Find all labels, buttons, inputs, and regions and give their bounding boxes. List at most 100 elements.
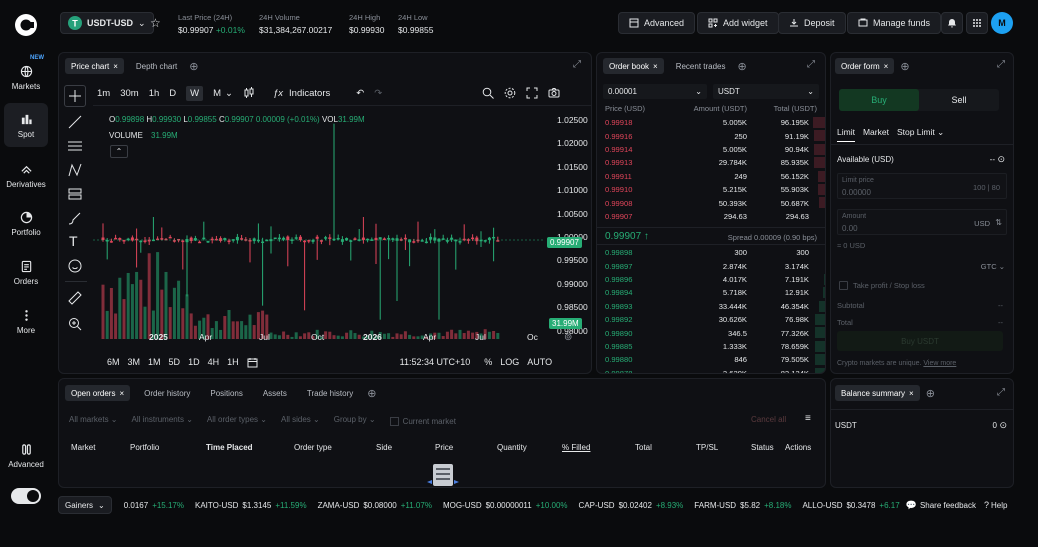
- range-3m[interactable]: 3M: [128, 357, 141, 367]
- add-widget-button[interactable]: Add widget: [697, 12, 779, 34]
- horizontal-lines-tool-icon[interactable]: [68, 139, 82, 153]
- take-profit-checkbox[interactable]: [839, 281, 848, 290]
- text-tool-icon[interactable]: T: [69, 233, 78, 249]
- filter-all-order-types[interactable]: All order types ⌄: [207, 415, 267, 427]
- range-5d[interactable]: 5D: [169, 357, 181, 367]
- orderbook-row[interactable]: 0.99910 5.215K 55.903K: [597, 183, 825, 196]
- ticker-item[interactable]: FARM-USD $5.82 +8.18%: [694, 501, 791, 510]
- add-tab-icon[interactable]: ⊕: [900, 60, 909, 73]
- expand-icon[interactable]: ⤢: [997, 59, 1005, 70]
- info-icon[interactable]: ⊙: [997, 154, 1005, 165]
- limit-price-input[interactable]: Limit price 0.00000 100 | 80: [837, 173, 1007, 199]
- ruler-tool-icon[interactable]: [68, 291, 82, 305]
- orderbook-row[interactable]: 0.99918 5.005K 96.195K: [597, 116, 825, 129]
- pattern-tool-icon[interactable]: [68, 163, 82, 177]
- zoom-tool-icon[interactable]: [68, 317, 82, 331]
- filter-all-instruments[interactable]: All instruments ⌄: [132, 415, 193, 427]
- cancel-all-button[interactable]: Cancel all: [751, 415, 786, 424]
- calendar-icon[interactable]: [247, 357, 258, 368]
- amount-input[interactable]: Amount 0.00 USD ⇅: [837, 209, 1007, 235]
- view-more-link[interactable]: View more: [923, 360, 956, 367]
- tab-market[interactable]: Market: [863, 127, 889, 142]
- sell-button[interactable]: Sell: [919, 89, 999, 111]
- ticker-item[interactable]: 0.0167 +15.17%: [120, 501, 184, 510]
- tab-assets[interactable]: Assets: [257, 385, 293, 401]
- interval-1h[interactable]: 1h: [149, 88, 160, 99]
- close-icon[interactable]: ×: [119, 389, 124, 398]
- tab-open-orders[interactable]: Open orders ×: [65, 385, 131, 401]
- column-header[interactable]: Time Placed: [206, 443, 253, 452]
- coinbase-logo[interactable]: [14, 13, 38, 37]
- buy-button[interactable]: Buy: [839, 89, 919, 111]
- interval-30m[interactable]: 30m: [120, 88, 138, 99]
- sidebar-item-spot[interactable]: Spot: [4, 103, 48, 147]
- undo-icon[interactable]: ↶: [356, 88, 364, 99]
- expand-icon[interactable]: ⤢: [997, 387, 1005, 398]
- column-header[interactable]: Price: [435, 443, 453, 452]
- manage-funds-button[interactable]: Manage funds: [847, 12, 942, 34]
- trend-line-tool-icon[interactable]: [68, 115, 82, 129]
- orderbook-row[interactable]: 0.99913 29.784K 85.935K: [597, 156, 825, 169]
- filter-all-sides[interactable]: All sides ⌄: [281, 415, 320, 427]
- settings-icon[interactable]: [504, 87, 516, 99]
- orderbook-row[interactable]: 0.99914 5.005K 90.94K: [597, 143, 825, 156]
- range-1d[interactable]: 1D: [188, 357, 200, 367]
- camera-icon[interactable]: [548, 87, 560, 99]
- advanced-toggle[interactable]: [11, 488, 41, 504]
- candles-icon[interactable]: [243, 87, 255, 99]
- redo-icon[interactable]: ↷: [374, 88, 382, 99]
- expand-icon[interactable]: ⤢: [807, 59, 815, 70]
- indicators-icon[interactable]: ƒx: [273, 88, 283, 99]
- currency-select[interactable]: USDT ⌄: [713, 84, 819, 99]
- orderbook-row[interactable]: 0.99911 249 56.152K: [597, 170, 825, 183]
- help-link[interactable]: Help: [991, 501, 1007, 510]
- ticker-item[interactable]: KAITO-USD $1.3145 +11.59%: [195, 501, 307, 510]
- range-6m[interactable]: 6M: [107, 357, 120, 367]
- current-market-checkbox[interactable]: Current market: [389, 415, 456, 427]
- interval-m[interactable]: M: [213, 88, 221, 99]
- tab-order-book[interactable]: Order book ×: [603, 58, 664, 74]
- deposit-button[interactable]: Deposit: [778, 12, 846, 34]
- scale-percent[interactable]: %: [484, 357, 492, 367]
- axis-settings-icon[interactable]: ⊚: [564, 332, 572, 343]
- apps-button[interactable]: [966, 12, 988, 34]
- avatar[interactable]: M: [991, 12, 1013, 34]
- column-header[interactable]: % Filled: [562, 443, 590, 452]
- orderbook-row[interactable]: 0.99885 1.333K 78.659K: [597, 340, 825, 353]
- add-tab-icon[interactable]: ⊕: [367, 387, 376, 400]
- indicators-button[interactable]: Indicators: [289, 88, 330, 99]
- interval-d[interactable]: D: [169, 88, 176, 99]
- tab-positions[interactable]: Positions: [204, 385, 248, 401]
- tab-recent-trades[interactable]: Recent trades: [670, 58, 732, 74]
- emoji-tool-icon[interactable]: [68, 259, 82, 273]
- fullscreen-icon[interactable]: [526, 87, 538, 99]
- interval-w[interactable]: W: [186, 85, 204, 101]
- fib-tool-icon[interactable]: [68, 187, 82, 201]
- filter-all-markets[interactable]: All markets ⌄: [69, 415, 118, 427]
- range-4h[interactable]: 4H: [208, 357, 220, 367]
- candlestick-chart[interactable]: [93, 107, 543, 339]
- expand-icon[interactable]: ⤢: [573, 59, 581, 70]
- tab-depth-chart[interactable]: Depth chart: [130, 58, 183, 74]
- pair-selector[interactable]: T USDT-USD ⌄: [60, 12, 154, 34]
- orderbook-row[interactable]: 0.99894 5.718K 12.91K: [597, 286, 825, 299]
- search-icon[interactable]: [482, 87, 495, 99]
- filter-group-by[interactable]: Group by ⌄: [334, 415, 376, 427]
- brush-tool-icon[interactable]: [68, 211, 82, 225]
- orderbook-row[interactable]: 0.99896 4.017K 7.191K: [597, 273, 825, 286]
- orderbook-row[interactable]: 0.99892 30.626K 76.98K: [597, 313, 825, 326]
- clock-readout[interactable]: 11:52:34 UTC+10: [400, 357, 471, 367]
- close-icon[interactable]: ×: [909, 389, 914, 398]
- info-icon[interactable]: ⊙: [999, 420, 1007, 431]
- orderbook-row[interactable]: 0.99898 300 300: [597, 246, 825, 259]
- ticker-selector[interactable]: Gainers ⌄: [58, 496, 112, 514]
- chevron-down-icon[interactable]: ⌄: [225, 88, 233, 99]
- ticker-item[interactable]: ALLO-USD$0.3478+6.17%: [802, 501, 899, 510]
- orderbook-row[interactable]: 0.99878 2.629K 82.134K: [597, 367, 825, 373]
- add-tab-icon[interactable]: ⊕: [738, 60, 747, 73]
- sidebar-item-derivatives[interactable]: Derivatives: [4, 163, 48, 189]
- orderbook-row[interactable]: 0.99916 250 91.19K: [597, 129, 825, 142]
- list-settings-icon[interactable]: ≡: [805, 413, 811, 424]
- close-icon[interactable]: ×: [113, 62, 118, 71]
- close-icon[interactable]: ×: [653, 62, 658, 71]
